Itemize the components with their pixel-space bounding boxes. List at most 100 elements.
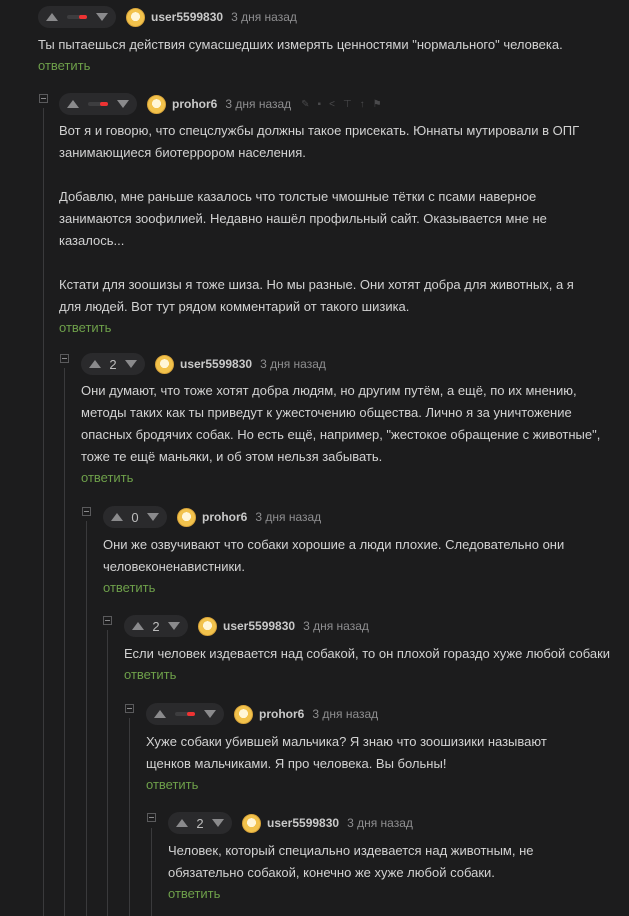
comment-header: 2 user5599830 3 дня назад: [81, 351, 629, 377]
vote-control: 2: [81, 353, 145, 375]
comment-paragraph: Они думают, что тоже хотят добра людям, …: [81, 383, 601, 464]
upvote-icon[interactable]: [46, 13, 58, 21]
thread-line: [107, 630, 108, 916]
rating-value: 0: [131, 509, 139, 525]
avatar[interactable]: [198, 616, 217, 636]
timestamp[interactable]: 3 дня назад: [255, 510, 321, 524]
comment-text: Они думают, что тоже хотят добра людям, …: [81, 380, 601, 468]
username-link[interactable]: prohor6: [202, 510, 247, 524]
comment: 0 prohor6 3 дня назад Они же озвучивают …: [103, 504, 629, 595]
comment-header: 2 user5599830 3 дня назад: [124, 613, 629, 639]
downvote-icon[interactable]: [96, 13, 108, 21]
reply-link[interactable]: ответить: [38, 58, 90, 73]
downvote-icon[interactable]: [211, 819, 224, 827]
username-link[interactable]: user5599830: [223, 619, 295, 633]
comment-text: Если человек издевается над собакой, то …: [124, 643, 629, 665]
username-link[interactable]: prohor6: [172, 97, 217, 111]
avatar[interactable]: [234, 704, 253, 724]
upvote-icon[interactable]: [154, 710, 166, 718]
comment-text: Человек, который специально издевается н…: [168, 840, 568, 884]
save-icon[interactable]: ▪: [318, 99, 322, 110]
upvote-icon[interactable]: [89, 360, 101, 368]
upvote-icon[interactable]: [132, 622, 144, 630]
downvote-icon[interactable]: [117, 100, 129, 108]
vote-control: [38, 6, 116, 28]
pencil-icon[interactable]: ✎: [301, 99, 309, 110]
comment-header: prohor6 3 дня назад ✎ ▪ < ⊤ ↑ ⚑: [59, 91, 629, 117]
upvote-icon[interactable]: [176, 819, 188, 827]
comment-header: 2 user5599830 3 дня назад: [168, 810, 629, 836]
avatar[interactable]: [155, 354, 174, 374]
comment-paragraph: Если человек издевается над собакой, то …: [124, 646, 611, 661]
thread-line: [43, 108, 44, 916]
comment-paragraph: Кстати для зоошизы я тоже шиза. Но мы ра…: [59, 277, 574, 314]
comment-paragraph: Человек, который специально издевается н…: [168, 843, 534, 880]
comment-paragraph: Вот я и говорю, что спецслужбы должны та…: [59, 123, 580, 160]
comment-text: Ты пытаешься действия сумасшедших измеря…: [38, 34, 629, 56]
comment: user5599830 3 дня назад Ты пытаешься дей…: [38, 4, 629, 73]
up-icon[interactable]: ⊤: [343, 99, 352, 110]
comment-text: Вот я и говорю, что спецслужбы должны та…: [59, 120, 599, 318]
username-link[interactable]: user5599830: [151, 10, 223, 24]
comment: prohor6 3 дня назад ✎ ▪ < ⊤ ↑ ⚑ Вот я и …: [59, 91, 629, 335]
collapse-toggle[interactable]: [60, 354, 69, 363]
vote-control: 0: [103, 506, 167, 528]
avatar[interactable]: [242, 813, 261, 833]
timestamp[interactable]: 3 дня назад: [260, 357, 326, 371]
comment-tools: ✎ ▪ < ⊤ ↑ ⚑: [301, 99, 381, 110]
collapse-toggle[interactable]: [82, 507, 91, 516]
collapse-toggle[interactable]: [39, 94, 48, 103]
collapse-toggle[interactable]: [103, 616, 112, 625]
thread-line: [151, 828, 152, 916]
rating-bar: [67, 15, 87, 19]
reply-link[interactable]: ответить: [124, 667, 176, 682]
reply-link[interactable]: ответить: [103, 580, 155, 595]
downvote-icon[interactable]: [146, 513, 159, 521]
comment: 2 user5599830 3 дня назад Человек, котор…: [168, 810, 629, 901]
timestamp[interactable]: 3 дня назад: [231, 10, 297, 24]
rating-bar: [88, 102, 108, 106]
comment: 2 user5599830 3 дня назад Они думают, чт…: [81, 351, 629, 485]
username-link[interactable]: user5599830: [180, 357, 252, 371]
comment: 2 user5599830 3 дня назад Если человек и…: [124, 613, 629, 682]
thread-line: [129, 718, 130, 916]
avatar[interactable]: [177, 507, 196, 527]
upvote-icon[interactable]: [67, 100, 79, 108]
rating-bar: [175, 712, 195, 716]
upvote-icon[interactable]: [111, 513, 123, 521]
comment-paragraph: Добавлю, мне раньше казалось что толстые…: [59, 189, 547, 248]
comment: prohor6 3 дня назад Хуже собаки убившей …: [146, 701, 629, 792]
rating-value: 2: [109, 356, 117, 372]
flag-icon[interactable]: ⚑: [373, 99, 382, 110]
reply-link[interactable]: ответить: [81, 470, 133, 485]
collapse-toggle[interactable]: [125, 704, 134, 713]
avatar[interactable]: [126, 7, 145, 27]
comment-paragraph: Они же озвучивают что собаки хорошие а л…: [103, 537, 565, 574]
collapse-toggle[interactable]: [147, 813, 156, 822]
rating-value: 2: [196, 815, 204, 831]
comment-header: prohor6 3 дня назад: [146, 701, 629, 727]
comment-paragraph: Хуже собаки убившей мальчика? Я знаю что…: [146, 734, 547, 771]
username-link[interactable]: user5599830: [267, 816, 339, 830]
downvote-icon[interactable]: [167, 622, 180, 630]
rating-value: 2: [152, 618, 160, 634]
reply-link[interactable]: ответить: [146, 777, 198, 792]
comment-header: user5599830 3 дня назад: [38, 4, 629, 30]
vote-control: 2: [168, 812, 232, 834]
reply-link[interactable]: ответить: [168, 886, 220, 901]
timestamp[interactable]: 3 дня назад: [347, 816, 413, 830]
username-link[interactable]: prohor6: [259, 707, 304, 721]
reply-link[interactable]: ответить: [59, 320, 111, 335]
timestamp[interactable]: 3 дня назад: [303, 619, 369, 633]
vote-control: 2: [124, 615, 188, 637]
comment-text: Хуже собаки убившей мальчика? Я знаю что…: [146, 731, 586, 775]
share-icon[interactable]: <: [329, 99, 335, 110]
downvote-icon[interactable]: [204, 710, 216, 718]
comment-paragraph: Ты пытаешься действия сумасшедших измеря…: [38, 37, 563, 52]
avatar[interactable]: [147, 94, 166, 114]
timestamp[interactable]: 3 дня назад: [312, 707, 378, 721]
vote-control: [59, 93, 137, 115]
arrow-up-small-icon[interactable]: ↑: [360, 99, 365, 110]
downvote-icon[interactable]: [124, 360, 137, 368]
timestamp[interactable]: 3 дня назад: [225, 97, 291, 111]
